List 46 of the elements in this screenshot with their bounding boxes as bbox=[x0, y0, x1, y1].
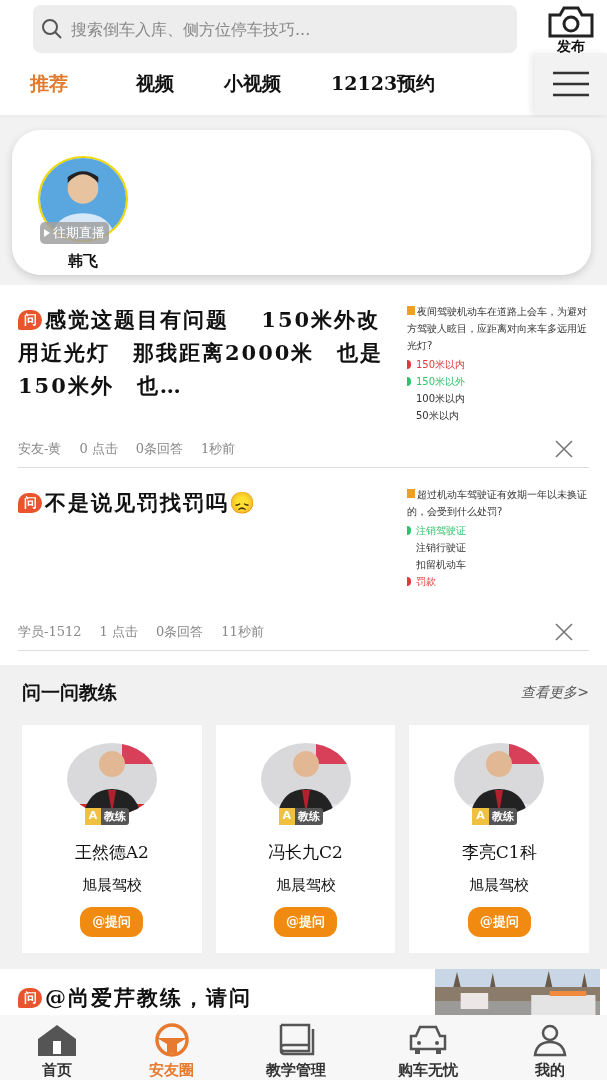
live-replay-label: 往期直播 bbox=[53, 224, 105, 242]
coach-name: 冯长九C2 bbox=[268, 841, 343, 864]
search-icon bbox=[41, 18, 63, 40]
see-more-link[interactable]: 查看更多> bbox=[521, 684, 589, 702]
post-title[interactable]: 问 @尚爱芹教练，请问 bbox=[18, 980, 423, 1015]
level-badge: A bbox=[278, 808, 295, 825]
school-name: 旭晨驾校 bbox=[81, 876, 142, 895]
nav-tab[interactable]: 教学管理 bbox=[266, 1023, 326, 1080]
menu-icon bbox=[553, 71, 589, 97]
post-meta: 0 点击 bbox=[79, 440, 118, 458]
coach-name: 李亮C1科 bbox=[461, 841, 537, 864]
close-icon[interactable] bbox=[555, 623, 573, 641]
house-icon bbox=[35, 1023, 78, 1057]
menu-button[interactable] bbox=[535, 53, 607, 115]
role-badge: 教练 bbox=[101, 808, 130, 825]
quiz-thumbnail: 超过机动车驾驶证有效期一年以未换证的，会受到什么处罚? 注销驾驶证 注销行驶证 扣留机动车 罚款 bbox=[407, 488, 588, 589]
level-badge: A bbox=[472, 808, 489, 825]
category-tab[interactable]: 视频 bbox=[136, 71, 174, 97]
category-tab[interactable]: 12123预约 bbox=[331, 71, 436, 97]
nav-tab[interactable]: 购车无忧 bbox=[397, 1023, 458, 1080]
post-meta: 1 点击 bbox=[99, 623, 138, 641]
school-name: 旭晨驾校 bbox=[275, 876, 336, 895]
post-meta: 1秒前 bbox=[201, 440, 236, 458]
post-meta: 11秒前 bbox=[221, 623, 264, 641]
search-field[interactable]: 搜索倒车入库、侧方位停车技巧... bbox=[33, 5, 517, 53]
quiz-thumbnail: 夜间驾驶机动车在道路上会车，为避对方驾驶人眩目，应距离对向来车多远用近光灯? 150米以内 150米以外 100米以内 50米以内 bbox=[407, 305, 588, 423]
nav-tab[interactable]: 我的 bbox=[529, 1023, 572, 1080]
coach-card[interactable]: A 教练 王然德A2 旭晨驾校 @提问 bbox=[22, 725, 202, 953]
school-name: 旭晨驾校 bbox=[469, 876, 530, 895]
post-meta: 0条回答 bbox=[135, 440, 184, 458]
role-badge: 教练 bbox=[488, 808, 517, 825]
post-meta: 安友-黄 bbox=[18, 440, 62, 458]
role-badge: 教练 bbox=[295, 808, 323, 825]
post-title[interactable]: 问 不是说见罚找罚吗😞 bbox=[18, 486, 391, 614]
post-meta: 0条回答 bbox=[155, 623, 204, 641]
coach-card[interactable]: A 教练 李亮C1科 旭晨驾校 @提问 bbox=[409, 725, 589, 953]
level-badge: A bbox=[84, 808, 102, 825]
post-meta: 学员-1512 bbox=[18, 623, 82, 641]
post-title[interactable]: 问 感觉这题目有问题 150米外改用近光灯 那我距离2000米 也是150米外 也… bbox=[18, 303, 391, 431]
coach-name: 王然德A2 bbox=[74, 841, 149, 864]
close-icon[interactable] bbox=[555, 440, 573, 458]
section-title: 问一问教练 bbox=[22, 680, 117, 705]
nav-tab[interactable]: 首页 bbox=[35, 1023, 78, 1080]
category-tab[interactable]: 小视频 bbox=[224, 71, 281, 97]
coach-card[interactable]: A 教练 冯长九C2 旭晨驾校 @提问 bbox=[215, 725, 396, 953]
streamer-name: 韩飞 bbox=[68, 252, 98, 271]
